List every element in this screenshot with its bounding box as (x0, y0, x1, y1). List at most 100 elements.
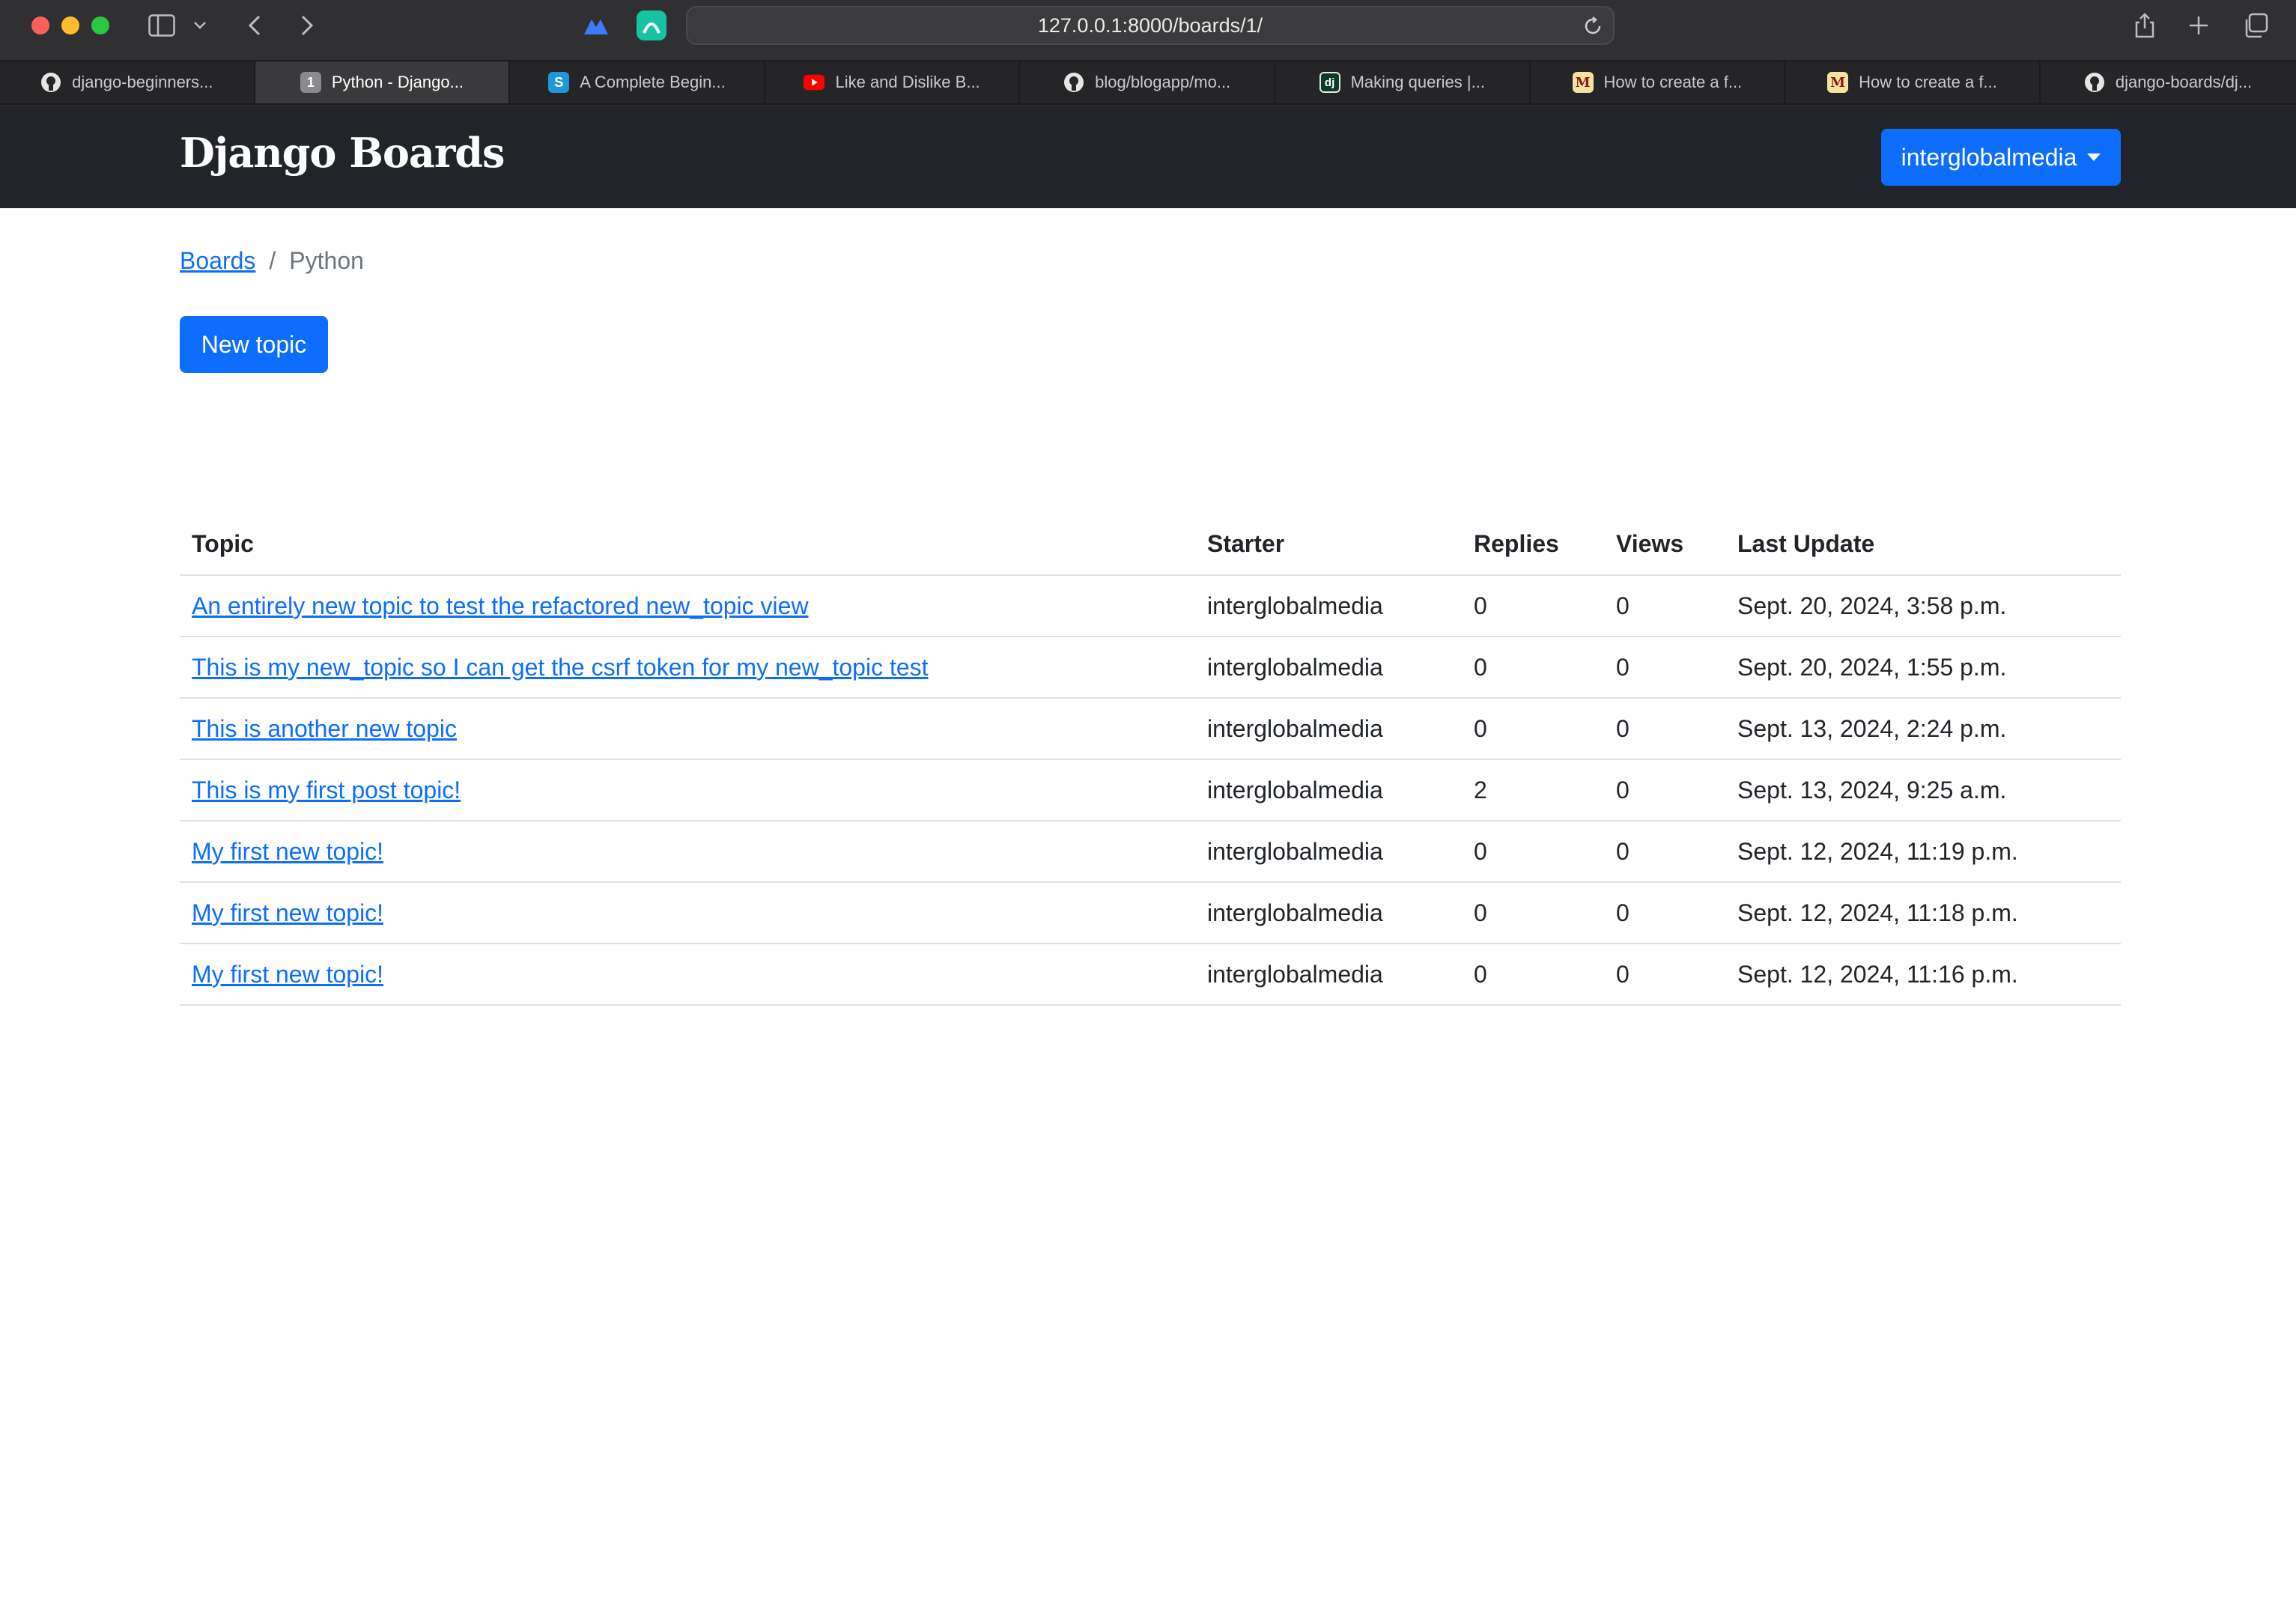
browser-tab-active[interactable]: 1 Python - Django... (255, 61, 511, 103)
tab-bar: django-beginners... 1 Python - Django...… (0, 60, 2296, 105)
chevron-down-icon[interactable] (189, 10, 211, 40)
url-text: 127.0.0.1:8000/boards/1/ (1037, 13, 1263, 37)
sidebar-toggle-icon[interactable] (147, 10, 177, 40)
table-row: My first new topic! interglobalmedia 0 0… (180, 882, 2121, 944)
browser-tab[interactable]: dj Making queries |... (1275, 61, 1531, 103)
column-header-topic: Topic (180, 514, 1195, 576)
table-row: My first new topic! interglobalmedia 0 0… (180, 944, 2121, 1006)
medium-icon: M (1572, 72, 1594, 93)
topic-link[interactable]: This is my first post topic! (192, 777, 461, 803)
topic-views: 0 (1604, 882, 1725, 944)
topic-replies: 0 (1462, 944, 1604, 1006)
topic-views: 0 (1604, 821, 1725, 883)
topic-link[interactable]: My first new topic! (192, 899, 383, 926)
column-header-starter: Starter (1195, 514, 1462, 576)
tab-title: django-boards/dj... (2115, 73, 2253, 91)
table-row: This is my first post topic! interglobal… (180, 759, 2121, 821)
browser-tab[interactable]: django-beginners... (0, 61, 255, 103)
tab-number-icon: 1 (300, 72, 321, 93)
tab-title: blog/blogapp/mo... (1095, 73, 1231, 91)
new-tab-icon[interactable] (2184, 10, 2214, 40)
tab-title: Like and Dislike B... (835, 73, 980, 91)
browser-tab[interactable]: django-boards/dj... (2040, 61, 2296, 103)
topics-table: Topic Starter Replies Views Last Update … (180, 514, 2121, 1006)
site-brand-link[interactable]: Django Boards (180, 129, 505, 177)
topic-starter: interglobalmedia (1195, 944, 1462, 1006)
topic-starter: interglobalmedia (1195, 759, 1462, 821)
new-topic-button[interactable]: New topic (180, 316, 328, 373)
column-header-views: Views (1604, 514, 1725, 576)
web-page: Django Boards interglobalmedia Boards / … (0, 106, 2296, 1601)
breadcrumb-separator: / (269, 247, 276, 274)
site-navbar: Django Boards interglobalmedia (0, 106, 2296, 208)
github-icon (2084, 72, 2105, 93)
topic-views: 0 (1604, 575, 1725, 637)
medium-icon: M (1827, 72, 1849, 93)
topic-last-update: Sept. 12, 2024, 11:16 p.m. (1725, 944, 2121, 1006)
topic-starter: interglobalmedia (1195, 637, 1462, 699)
topic-last-update: Sept. 13, 2024, 9:25 a.m. (1725, 759, 2121, 821)
tab-title: Making queries |... (1350, 73, 1485, 91)
topic-replies: 0 (1462, 637, 1604, 699)
topic-replies: 2 (1462, 759, 1604, 821)
topic-views: 0 (1604, 759, 1725, 821)
topic-starter: interglobalmedia (1195, 575, 1462, 637)
topic-starter: interglobalmedia (1195, 882, 1462, 944)
breadcrumb-current: Python (289, 247, 364, 274)
youtube-icon (804, 72, 825, 93)
topic-starter: interglobalmedia (1195, 698, 1462, 760)
topic-replies: 0 (1462, 575, 1604, 637)
back-arrow-icon[interactable] (240, 10, 270, 40)
django-icon: dj (1319, 72, 1340, 93)
user-name: interglobalmedia (1901, 143, 2077, 171)
browser-tab[interactable]: blog/blogapp/mo... (1020, 61, 1275, 103)
breadcrumb-boards-link[interactable]: Boards (180, 247, 255, 275)
github-icon (40, 72, 61, 93)
table-row: This is another new topic interglobalmed… (180, 698, 2121, 760)
topic-replies: 0 (1462, 821, 1604, 883)
column-header-last-update: Last Update (1725, 514, 2121, 576)
zoom-window-button[interactable] (91, 16, 109, 34)
tab-title: django-beginners... (72, 73, 213, 91)
topic-views: 0 (1604, 637, 1725, 699)
topic-link[interactable]: My first new topic! (192, 838, 383, 865)
address-bar[interactable]: 127.0.0.1:8000/boards/1/ (686, 6, 1615, 45)
browser-tab[interactable]: Like and Dislike B... (765, 61, 1021, 103)
breadcrumb: Boards / Python (180, 247, 364, 275)
topic-link[interactable]: This is my new_topic so I can get the cs… (192, 654, 929, 681)
topic-replies: 0 (1462, 698, 1604, 760)
topic-starter: interglobalmedia (1195, 821, 1462, 883)
table-row: An entirely new topic to test the refact… (180, 575, 2121, 637)
topic-link[interactable]: My first new topic! (192, 961, 383, 988)
tab-title: How to create a f... (1859, 73, 1997, 91)
browser-tab[interactable]: M How to create a f... (1785, 61, 2041, 103)
topic-last-update: Sept. 20, 2024, 3:58 p.m. (1725, 575, 2121, 637)
tab-overview-icon[interactable] (2241, 10, 2271, 40)
topic-replies: 0 (1462, 882, 1604, 944)
topic-last-update: Sept. 20, 2024, 1:55 p.m. (1725, 637, 2121, 699)
topic-link[interactable]: An entirely new topic to test the refact… (192, 592, 809, 619)
minimize-window-button[interactable] (61, 16, 79, 34)
browser-toolbar: 127.0.0.1:8000/boards/1/ (0, 0, 2296, 60)
reload-icon[interactable] (1582, 15, 1604, 43)
topic-views: 0 (1604, 944, 1725, 1006)
table-row: This is my new_topic so I can get the cs… (180, 637, 2121, 699)
github-icon (1063, 72, 1084, 93)
forward-arrow-icon[interactable] (292, 10, 322, 40)
vpn-extension-icon[interactable] (581, 10, 611, 40)
browser-tab[interactable]: S A Complete Begin... (510, 61, 765, 103)
close-window-button[interactable] (31, 16, 49, 34)
topic-last-update: Sept. 12, 2024, 11:19 p.m. (1725, 821, 2121, 883)
browser-tab[interactable]: M How to create a f... (1530, 61, 1786, 103)
share-icon[interactable] (2130, 10, 2160, 40)
topic-link[interactable]: This is another new topic (192, 715, 457, 742)
caret-down-icon (2087, 154, 2101, 161)
tab-title: How to create a f... (1603, 73, 1743, 91)
table-row: My first new topic! interglobalmedia 0 0… (180, 821, 2121, 883)
extension-icon[interactable] (637, 10, 666, 40)
column-header-replies: Replies (1462, 514, 1604, 576)
s-site-icon: S (548, 72, 570, 93)
user-dropdown-button[interactable]: interglobalmedia (1881, 129, 2121, 186)
topic-views: 0 (1604, 698, 1725, 760)
table-header-row: Topic Starter Replies Views Last Update (180, 514, 2121, 576)
